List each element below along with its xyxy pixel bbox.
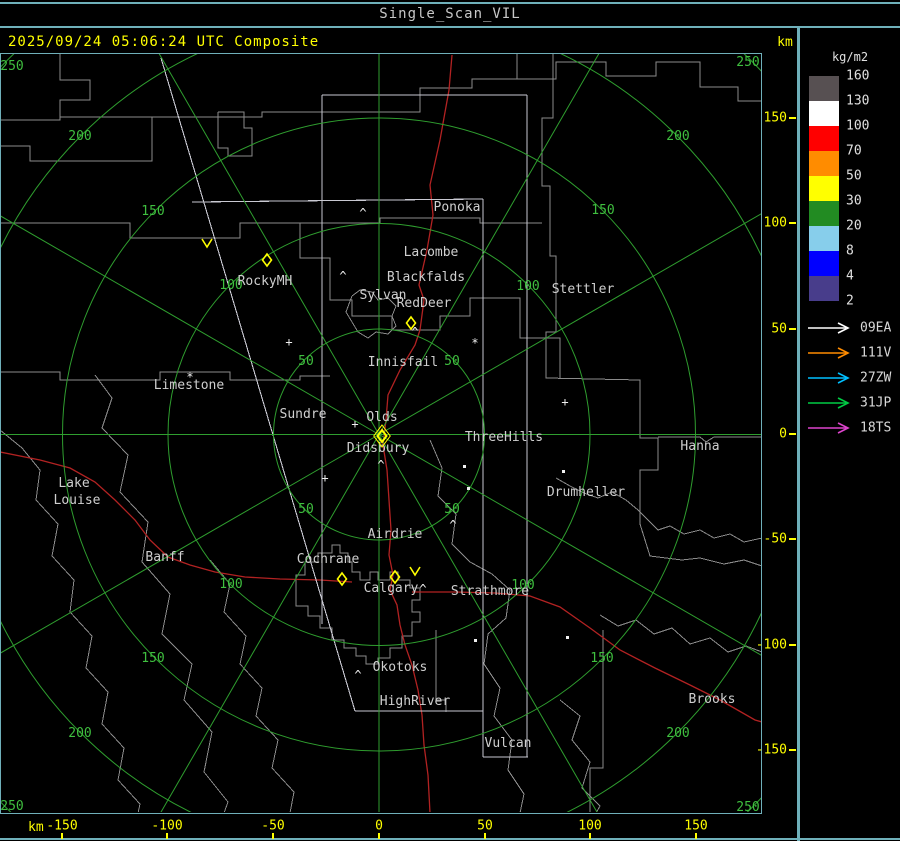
scale-color-swatch xyxy=(809,251,839,276)
scale-color-swatch xyxy=(809,276,839,301)
bottom-axis-tick xyxy=(378,833,380,839)
scale-value-label: 30 xyxy=(846,193,862,209)
bottom-axis-tick-label: -50 xyxy=(261,818,285,834)
scale-color-swatch xyxy=(809,201,839,226)
bottom-axis-tick-label: -100 xyxy=(151,818,183,834)
map-frame xyxy=(0,53,762,814)
bottom-axis-tick xyxy=(272,833,274,839)
radar-pointer-arrow-icon xyxy=(808,322,850,334)
right-axis-tick xyxy=(789,433,796,435)
bottom-axis-tick xyxy=(484,833,486,839)
scale-value-label: 8 xyxy=(846,243,854,259)
radar-pointer-arrow-icon xyxy=(808,422,850,434)
scale-color-swatch xyxy=(809,76,839,101)
scale-color-swatch xyxy=(809,226,839,251)
radar-pointer-row xyxy=(806,345,856,361)
radar-pointer-row xyxy=(806,395,856,411)
bottom-axis-tick xyxy=(589,833,591,839)
scale-value-label: 130 xyxy=(846,93,870,109)
right-axis-tick xyxy=(789,749,796,751)
radar-id-label: 09EA xyxy=(860,320,892,336)
radar-pointer-arrow-icon xyxy=(808,372,850,384)
radar-pointer-row xyxy=(806,320,856,336)
radar-id-label: 18TS xyxy=(860,420,892,436)
bottom-axis-tick xyxy=(61,833,63,839)
right-axis-tick-label: -50 xyxy=(763,531,787,547)
radar-id-label: 111V xyxy=(860,345,892,361)
scale-value-label: 50 xyxy=(846,168,862,184)
bottom-axis-tick xyxy=(166,833,168,839)
bottom-axis-tick-label: -150 xyxy=(46,818,78,834)
bottom-axis-unit-label: km xyxy=(28,820,44,835)
right-axis-tick-label: 50 xyxy=(771,321,787,337)
right-axis-tick xyxy=(789,117,796,119)
right-axis-tick-label: 0 xyxy=(779,426,787,442)
scale-value-label: 4 xyxy=(846,268,854,284)
scale-value-label: 70 xyxy=(846,143,862,159)
scale-color-swatch xyxy=(809,176,839,201)
right-axis-tick-label: 100 xyxy=(763,215,787,231)
right-axis-tick-label: -100 xyxy=(755,637,787,653)
right-axis-tick xyxy=(789,328,796,330)
scale-color-swatch xyxy=(809,126,839,151)
radar-id-label: 27ZW xyxy=(860,370,892,386)
scale-value-label: 20 xyxy=(846,218,862,234)
radar-pointer-arrow-icon xyxy=(808,397,850,409)
radar-id-label: 31JP xyxy=(860,395,892,411)
scale-color-swatch xyxy=(809,151,839,176)
bottom-axis-tick-label: 0 xyxy=(375,818,383,834)
scale-unit-label: kg/m2 xyxy=(831,50,869,64)
scale-value-label: 2 xyxy=(846,293,854,309)
scale-value-label: 100 xyxy=(846,118,870,134)
bottom-axis-tick-label: 150 xyxy=(684,818,708,834)
bottom-axis-tick xyxy=(695,833,697,839)
radar-viewer-window: Single_Scan_VIL 2025/09/24 05:06:24 UTC … xyxy=(0,0,900,841)
bottom-axis-tick-label: 100 xyxy=(578,818,602,834)
radar-pointer-row xyxy=(806,370,856,386)
right-axis-unit-label: km xyxy=(777,35,793,50)
right-axis-tick-label: 150 xyxy=(763,110,787,126)
radar-pointer-row xyxy=(806,420,856,436)
right-axis-tick xyxy=(789,644,796,646)
right-axis-tick xyxy=(789,538,796,540)
radar-pointer-arrow-icon xyxy=(808,347,850,359)
bottom-border-line xyxy=(0,838,900,840)
right-axis-tick-label: -150 xyxy=(755,742,787,758)
sidebar-divider-line xyxy=(797,28,800,841)
scale-color-swatch xyxy=(809,101,839,126)
right-axis-tick xyxy=(789,222,796,224)
bottom-axis-tick-label: 50 xyxy=(477,818,493,834)
scale-value-label: 160 xyxy=(846,68,870,84)
